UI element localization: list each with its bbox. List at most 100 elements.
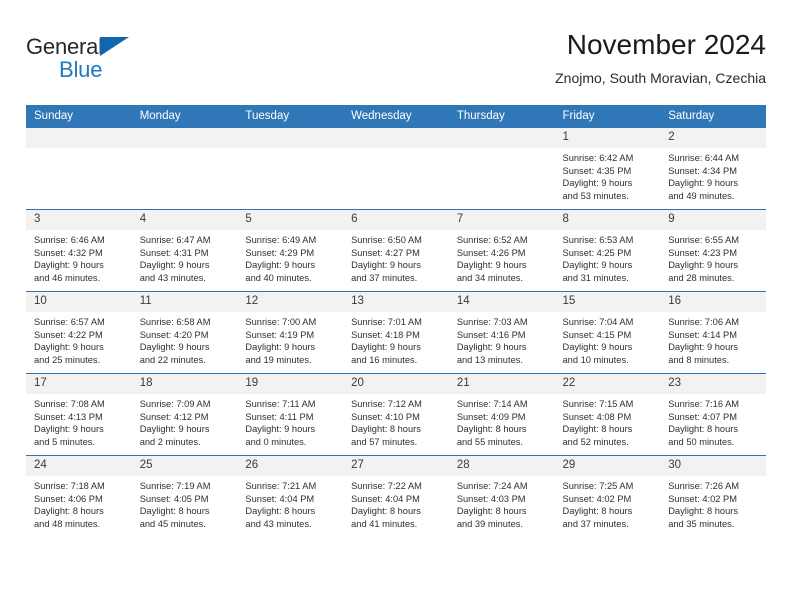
sunrise-text: Sunrise: 7:01 AM [351,317,422,327]
sunrise-text: Sunrise: 7:15 AM [562,399,634,409]
calendar-day-cell[interactable]: 14 Sunrise: 7:03 AM Sunset: 4:16 PM Dayligh… [448,291,555,374]
day-cell-inner: 17 Sunrise: 7:08 AM Sunset: 4:13 PM Dayligh… [26,374,132,455]
daylight-text-line2: and 28 minutes. [668,272,735,283]
general-blue-logo[interactable]: General Blue [26,34,156,86]
calendar-day-cell[interactable]: 2 Sunrise: 6:44 AM Sunset: 4:34 PM Daylight… [660,127,766,210]
logo-triangle-icon [100,37,129,56]
calendar-day-cell[interactable]: 8 Sunrise: 6:53 AM Sunset: 4:25 PM Daylight… [554,209,661,292]
day-cell-inner: 5 Sunrise: 6:49 AM Sunset: 4:29 PM Daylight… [237,210,344,291]
calendar-day-cell[interactable]: 13 Sunrise: 7:01 AM Sunset: 4:18 PM Dayligh… [343,291,449,374]
calendar-day-cell[interactable]: 1 Sunrise: 6:42 AM Sunset: 4:35 PM Daylight… [554,127,661,210]
calendar-day-cell[interactable]: 27 Sunrise: 7:22 AM Sunset: 4:04 PM Dayligh… [343,455,449,537]
day-cell-inner: 13 Sunrise: 7:01 AM Sunset: 4:18 PM Dayligh… [343,292,449,373]
calendar-day-cell[interactable]: 30 Sunrise: 7:26 AM Sunset: 4:02 PM Dayligh… [660,455,766,537]
sunrise-text: Sunrise: 7:08 AM [34,399,105,409]
sunrise-text: Sunrise: 6:47 AM [139,235,211,245]
day-details: Sunrise: 7:15 AM Sunset: 4:08 PM Daylight:… [555,394,661,448]
sunrise-text: Sunrise: 7:25 AM [562,481,634,491]
day-number: 28 [448,456,555,476]
calendar-day-cell[interactable]: 25 Sunrise: 7:19 AM Sunset: 4:05 PM Dayligh… [131,455,238,537]
sunrise-text: Sunrise: 7:16 AM [668,399,740,409]
day-details: Sunrise: 6:50 AM Sunset: 4:27 PM Daylight:… [343,230,449,284]
daylight-text-line2: and 34 minutes. [456,272,523,283]
calendar-day-cell[interactable]: 19 Sunrise: 7:11 AM Sunset: 4:11 PM Dayligh… [237,373,344,456]
weekday-header-thursday: Thursday [448,105,555,128]
calendar-day-cell[interactable]: 4 Sunrise: 6:47 AM Sunset: 4:31 PM Daylight… [131,209,238,292]
daylight-text-line1: Daylight: 9 hours [351,260,421,271]
weekday-header-saturday: Saturday [660,105,766,128]
daylight-text-line2: and 10 minutes. [562,354,629,365]
day-number: 17 [26,374,132,394]
day-details: Sunrise: 7:19 AM Sunset: 4:05 PM Daylight:… [132,476,238,530]
day-cell-inner: 25 Sunrise: 7:19 AM Sunset: 4:05 PM Dayligh… [131,456,238,537]
calendar-day-cell[interactable]: 11 Sunrise: 6:58 AM Sunset: 4:20 PM Dayligh… [131,291,238,374]
day-details: Sunrise: 7:16 AM Sunset: 4:07 PM Daylight:… [660,394,766,448]
sunrise-text: Sunrise: 7:19 AM [139,481,211,491]
day-details: Sunrise: 7:09 AM Sunset: 4:12 PM Daylight:… [132,394,238,448]
calendar-day-cell[interactable]: 10 Sunrise: 6:57 AM Sunset: 4:22 PM Dayligh… [26,291,132,374]
daylight-text-line1: Daylight: 8 hours [668,424,738,435]
day-cell-inner: 12 Sunrise: 7:00 AM Sunset: 4:19 PM Dayligh… [237,292,344,373]
calendar-week-row: 1 Sunrise: 6:42 AM Sunset: 4:35 PM Daylight… [26,127,766,210]
sunset-text: Sunset: 4:27 PM [351,247,420,258]
calendar-day-cell[interactable]: 20 Sunrise: 7:12 AM Sunset: 4:10 PM Dayligh… [343,373,449,456]
calendar-day-cell[interactable]: 12 Sunrise: 7:00 AM Sunset: 4:19 PM Dayligh… [237,291,344,374]
day-cell-inner: 27 Sunrise: 7:22 AM Sunset: 4:04 PM Dayligh… [343,456,449,537]
sunrise-text: Sunrise: 7:04 AM [562,317,634,327]
sunrise-text: Sunrise: 6:52 AM [456,235,528,245]
calendar-day-cell[interactable]: 15 Sunrise: 7:04 AM Sunset: 4:15 PM Dayligh… [554,291,661,374]
sunset-text: Sunset: 4:07 PM [668,411,737,422]
day-cell-inner: 15 Sunrise: 7:04 AM Sunset: 4:15 PM Dayligh… [554,292,661,373]
day-number: 18 [131,374,238,394]
sunset-text: Sunset: 4:19 PM [245,329,315,340]
day-cell-inner: 4 Sunrise: 6:47 AM Sunset: 4:31 PM Daylight… [131,210,238,291]
day-details: Sunrise: 7:03 AM Sunset: 4:16 PM Daylight:… [449,312,555,366]
calendar-grid: Sunday Monday Tuesday Wednesday Thursday… [26,105,766,537]
sunrise-text: Sunrise: 7:09 AM [139,399,211,409]
calendar-day-cell[interactable]: 22 Sunrise: 7:15 AM Sunset: 4:08 PM Dayligh… [554,373,661,456]
calendar-day-cell[interactable]: 9 Sunrise: 6:55 AM Sunset: 4:23 PM Daylight… [660,209,766,292]
day-details: Sunrise: 7:24 AM Sunset: 4:03 PM Daylight:… [449,476,555,530]
day-number: 27 [343,456,449,476]
page-header: General Blue November 2024 Znojmo, South… [26,28,766,98]
day-number: 29 [554,456,661,476]
calendar-day-cell-empty [131,127,238,210]
day-details: Sunrise: 7:01 AM Sunset: 4:18 PM Daylight:… [343,312,449,366]
day-details: Sunrise: 7:26 AM Sunset: 4:02 PM Daylight:… [660,476,766,530]
day-cell-inner: 9 Sunrise: 6:55 AM Sunset: 4:23 PM Daylight… [660,210,766,291]
day-number: 5 [237,210,344,230]
day-number: 16 [660,292,766,312]
day-details: Sunrise: 7:21 AM Sunset: 4:04 PM Daylight:… [237,476,343,530]
calendar-day-cell[interactable]: 21 Sunrise: 7:14 AM Sunset: 4:09 PM Dayligh… [448,373,555,456]
calendar-day-cell[interactable]: 3 Sunrise: 6:46 AM Sunset: 4:32 PM Daylight… [26,209,132,292]
day-number [448,128,555,148]
calendar-day-cell[interactable]: 5 Sunrise: 6:49 AM Sunset: 4:29 PM Daylight… [237,209,344,292]
day-details: Sunrise: 7:08 AM Sunset: 4:13 PM Daylight:… [26,394,132,448]
sunset-text: Sunset: 4:15 PM [562,329,632,340]
calendar-day-cell[interactable]: 6 Sunrise: 6:50 AM Sunset: 4:27 PM Daylight… [343,209,449,292]
calendar-day-cell[interactable]: 28 Sunrise: 7:24 AM Sunset: 4:03 PM Dayligh… [448,455,555,537]
calendar-day-cell[interactable]: 26 Sunrise: 7:21 AM Sunset: 4:04 PM Dayligh… [237,455,344,537]
day-number: 4 [131,210,238,230]
calendar-day-cell[interactable]: 24 Sunrise: 7:18 AM Sunset: 4:06 PM Dayligh… [26,455,132,537]
daylight-text-line1: Daylight: 8 hours [668,506,738,517]
sunrise-text: Sunrise: 7:06 AM [668,317,740,327]
day-cell-inner: 7 Sunrise: 6:52 AM Sunset: 4:26 PM Daylight… [448,210,555,291]
calendar-day-cell[interactable]: 23 Sunrise: 7:16 AM Sunset: 4:07 PM Dayligh… [660,373,766,456]
calendar-day-cell[interactable]: 29 Sunrise: 7:25 AM Sunset: 4:02 PM Dayligh… [554,455,661,537]
daylight-text-line1: Daylight: 8 hours [456,506,527,517]
daylight-text-line2: and 8 minutes. [668,354,730,365]
day-cell-inner: 2 Sunrise: 6:44 AM Sunset: 4:34 PM Daylight… [660,128,766,209]
calendar-day-cell[interactable]: 18 Sunrise: 7:09 AM Sunset: 4:12 PM Dayligh… [131,373,238,456]
daylight-text-line2: and 0 minutes. [245,436,307,447]
daylight-text-line1: Daylight: 8 hours [351,424,421,435]
daylight-text-line2: and 49 minutes. [668,190,735,201]
day-details: Sunrise: 7:04 AM Sunset: 4:15 PM Daylight:… [555,312,661,366]
calendar-day-cell-empty [343,127,449,210]
sunset-text: Sunset: 4:20 PM [139,329,209,340]
day-cell-inner: 19 Sunrise: 7:11 AM Sunset: 4:11 PM Dayligh… [237,374,344,455]
calendar-day-cell[interactable]: 7 Sunrise: 6:52 AM Sunset: 4:26 PM Daylight… [448,209,555,292]
calendar-day-cell[interactable]: 17 Sunrise: 7:08 AM Sunset: 4:13 PM Dayligh… [26,373,132,456]
daylight-text-line1: Daylight: 9 hours [245,424,316,435]
calendar-day-cell[interactable]: 16 Sunrise: 7:06 AM Sunset: 4:14 PM Dayligh… [660,291,766,374]
